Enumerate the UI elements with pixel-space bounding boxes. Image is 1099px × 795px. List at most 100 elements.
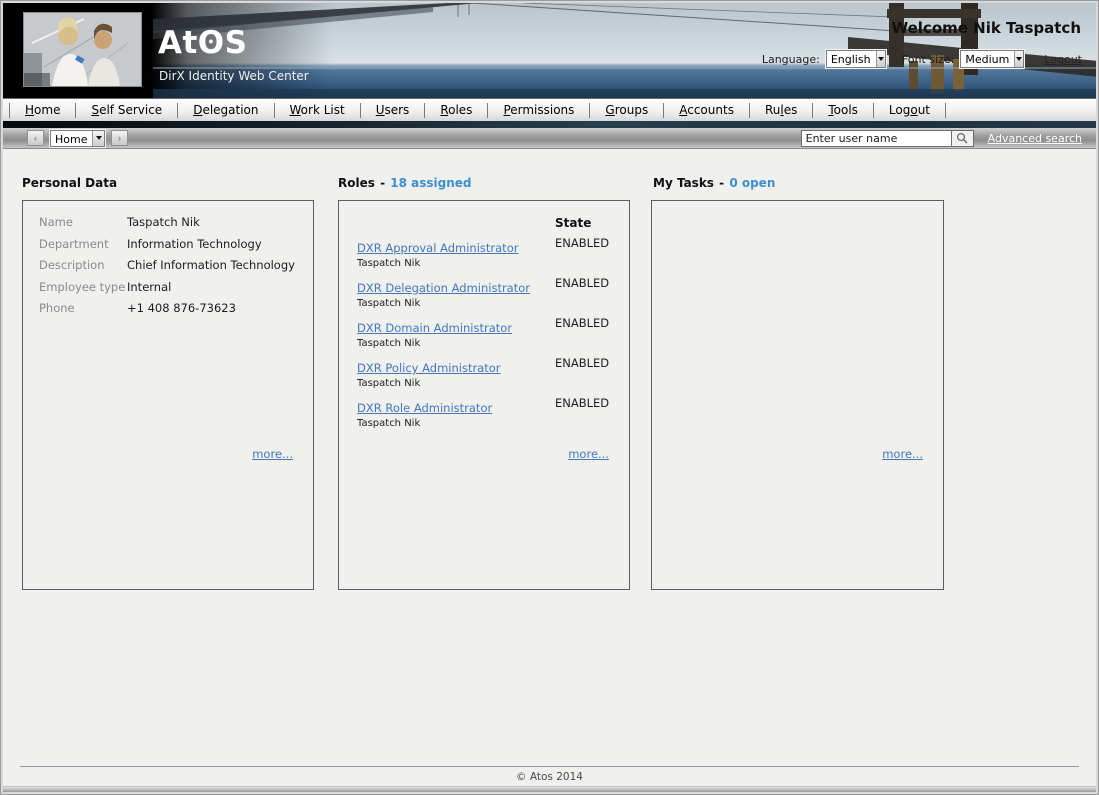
breadcrumb-select-value: Home (51, 131, 92, 146)
nav-item-rules[interactable]: Rules (750, 103, 812, 117)
role-row: DXR Domain Administrator ENABLED Taspatch … (357, 317, 623, 349)
nav-item-accounts[interactable]: Accounts (664, 103, 749, 117)
personal-data-title-text: Personal Data (22, 176, 117, 190)
triangle-down-icon (96, 136, 102, 140)
field-value: Information Technology (127, 238, 262, 251)
field-label: Description (39, 259, 127, 272)
roles-more-link[interactable]: more... (568, 447, 609, 461)
field-value: Chief Information Technology (127, 259, 295, 272)
language-label: Language: (762, 53, 820, 66)
logout-link[interactable]: Logout (1044, 53, 1082, 66)
breadcrumb-bar: ‹ Home › Advanced search (3, 128, 1096, 149)
roles-title-text: Roles (338, 176, 375, 190)
nav-item-users[interactable]: Users (361, 103, 425, 117)
personal-data-title: Personal Data (22, 176, 117, 190)
language-select-button[interactable] (876, 51, 885, 67)
role-row: DXR Delegation Administrator ENABLED Taspa… (357, 277, 623, 309)
role-owner: Taspatch Nik (357, 338, 623, 349)
my-tasks-more-link[interactable]: more... (882, 447, 923, 461)
font-size-select[interactable]: Medium (960, 50, 1024, 68)
nav-separator (945, 103, 946, 118)
bottom-frame (3, 786, 1096, 792)
footer-copyright: © Atos 2014 (3, 767, 1096, 786)
my-tasks-title: My Tasks - 0 open (653, 176, 775, 190)
role-state: ENABLED (555, 357, 609, 370)
language-select-value: English (827, 51, 876, 67)
search-input[interactable] (801, 130, 951, 147)
role-link[interactable]: DXR Approval Administrator (357, 242, 518, 255)
app-chrome: AtʘS DirX Identity Web Center Welcome Ni… (3, 3, 1096, 792)
nav-item-roles[interactable]: Roles (425, 103, 487, 117)
breadcrumb-select-button[interactable] (92, 131, 104, 146)
personal-data-panel: NameTaspatch NikDepartmentInformation Te… (22, 200, 314, 590)
field-label: Phone (39, 302, 127, 315)
field-label: Department (39, 238, 127, 251)
magnifier-icon (956, 132, 968, 144)
roles-list: DXR Approval Administrator ENABLED Taspatc… (357, 237, 623, 437)
font-size-select-value: Medium (961, 51, 1014, 67)
personal-field-row: Employee typeInternal (39, 281, 305, 294)
nav-item-groups[interactable]: Groups (590, 103, 663, 117)
decor-strip (3, 121, 1096, 128)
role-link[interactable]: DXR Delegation Administrator (357, 282, 530, 295)
my-tasks-panel: more... (651, 200, 944, 590)
personal-field-row: DescriptionChief Information Technology (39, 259, 305, 272)
role-row: DXR Role Administrator ENABLED Taspatch Ni… (357, 397, 623, 429)
role-owner: Taspatch Nik (357, 418, 623, 429)
role-owner: Taspatch Nik (357, 258, 623, 269)
advanced-search-link[interactable]: Advanced search (988, 132, 1082, 145)
my-tasks-title-text: My Tasks (653, 176, 714, 190)
role-state: ENABLED (555, 277, 609, 290)
search-button[interactable] (951, 130, 974, 147)
field-label: Employee type (39, 281, 127, 294)
field-value: Internal (127, 281, 171, 294)
nav-item-self-service[interactable]: Self Service (76, 103, 177, 117)
nav-item-home[interactable]: Home (10, 103, 75, 117)
nav-item-logout[interactable]: Logout (874, 103, 945, 117)
breadcrumb-select[interactable]: Home (50, 130, 105, 147)
nav-back-button[interactable]: ‹ (27, 130, 44, 146)
app-window: AtʘS DirX Identity Web Center Welcome Ni… (0, 0, 1099, 795)
field-value: +1 408 876-73623 (127, 302, 236, 315)
personal-more-link[interactable]: more... (252, 447, 293, 461)
triangle-down-icon (878, 57, 884, 61)
role-link[interactable]: DXR Policy Administrator (357, 362, 501, 375)
my-tasks-count-badge: 0 open (729, 176, 775, 190)
language-select[interactable]: English (826, 50, 886, 68)
role-state: ENABLED (555, 317, 609, 330)
nav-item-tools[interactable]: Tools (813, 103, 873, 117)
role-owner: Taspatch Nik (357, 378, 623, 389)
personal-field-row: Phone+1 408 876-73623 (39, 302, 305, 315)
role-state: ENABLED (555, 397, 609, 410)
roles-count-badge: 18 assigned (390, 176, 471, 190)
role-link[interactable]: DXR Role Administrator (357, 402, 492, 415)
role-row: DXR Policy Administrator ENABLED Taspatch … (357, 357, 623, 389)
field-label: Name (39, 216, 127, 229)
field-value: Taspatch Nik (127, 216, 200, 229)
role-owner: Taspatch Nik (357, 298, 623, 309)
my-tasks-title-separator: - (718, 176, 725, 190)
font-size-select-button[interactable] (1014, 51, 1023, 67)
state-column-header: State (555, 216, 591, 230)
atos-logo: AtʘS (158, 25, 248, 61)
personal-field-row: DepartmentInformation Technology (39, 238, 305, 251)
personal-field-row: NameTaspatch Nik (39, 216, 305, 229)
roles-title-separator: - (379, 176, 386, 190)
roles-title: Roles - 18 assigned (338, 176, 471, 190)
personal-data-fields: NameTaspatch NikDepartmentInformation Te… (39, 216, 305, 324)
welcome-text: Welcome Nik Taspatch (892, 19, 1081, 37)
header-banner: AtʘS DirX Identity Web Center Welcome Ni… (3, 3, 1096, 98)
nav-forward-button[interactable]: › (111, 130, 128, 146)
nav-item-delegation[interactable]: Delegation (178, 103, 273, 117)
role-state: ENABLED (555, 237, 609, 250)
role-link[interactable]: DXR Domain Administrator (357, 322, 512, 335)
font-size-label: Font size: (902, 53, 954, 66)
people-photo-art (24, 13, 141, 86)
role-row: DXR Approval Administrator ENABLED Taspatc… (357, 237, 623, 269)
triangle-down-icon (1016, 57, 1022, 61)
nav-item-permissions[interactable]: Permissions (488, 103, 589, 117)
app-subtitle: DirX Identity Web Center (159, 69, 309, 83)
roles-panel: State DXR Approval Administrator ENABLED T… (338, 200, 630, 590)
nav-item-work-list[interactable]: Work List (275, 103, 360, 117)
header-controls: Language: English Font size: Medium Logo… (762, 50, 1082, 68)
